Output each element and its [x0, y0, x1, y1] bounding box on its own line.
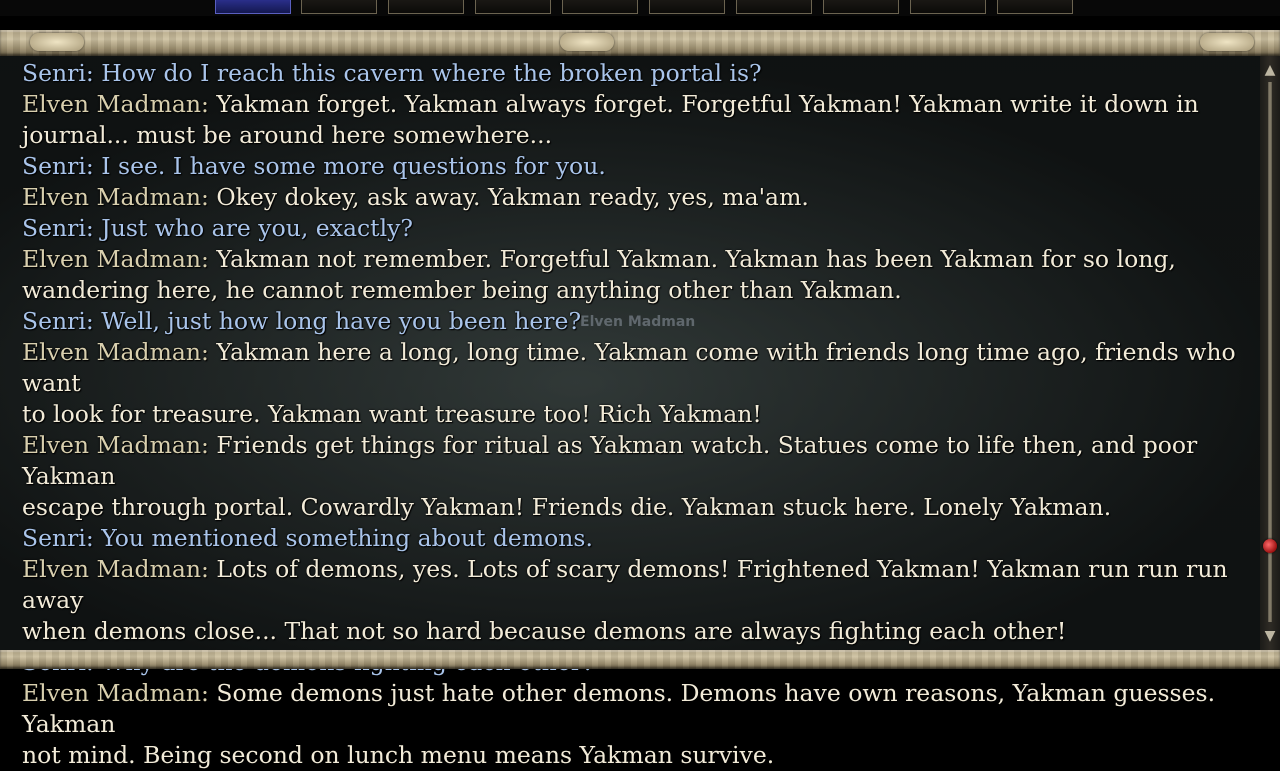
dialog-line: Elven Madman: Yakman not remember. Forge…: [22, 244, 1260, 275]
dialog-text: Just who are you, exactly?: [93, 214, 413, 242]
dialog-text: to look for treasure. Yakman want treasu…: [22, 400, 762, 428]
speaker-name: Elven Madman:: [22, 679, 209, 707]
frame-ornament: [1200, 33, 1254, 51]
portrait-slot-1[interactable]: [215, 0, 291, 14]
dialog-frame-bottom: [0, 650, 1280, 669]
dialog-text: You mentioned something about demons.: [93, 524, 593, 552]
portrait-slot-5[interactable]: [562, 0, 638, 14]
portrait-slot-8[interactable]: [823, 0, 899, 14]
dialog-line: Elven Madman: Some demons just hate othe…: [22, 678, 1260, 740]
portrait-slot-4[interactable]: [475, 0, 551, 14]
dialog-line: wandering here, he cannot remember being…: [22, 275, 1260, 306]
dialog-text: journal... must be around here somewhere…: [22, 121, 553, 149]
dialog-line: Elven Madman: Yakman here a long, long t…: [22, 337, 1260, 399]
speaker-name: Senri:: [22, 214, 94, 242]
speaker-name: Elven Madman:: [22, 245, 209, 273]
dialog-text: I see. I have some more questions for yo…: [93, 152, 606, 180]
dialog-line: Elven Madman: Yakman forget. Yakman alwa…: [22, 89, 1260, 120]
dialog-line: when demons close... That not so hard be…: [22, 616, 1260, 647]
speaker-name: Elven Madman:: [22, 90, 209, 118]
triangle-up-icon[interactable]: ▲: [1262, 62, 1278, 78]
party-portrait-bar: [0, 0, 1280, 16]
dialog-line: Senri: Well, just how long have you been…: [22, 306, 1260, 337]
dialog-text: when demons close... That not so hard be…: [22, 617, 1067, 645]
dialog-line: Senri: Just who are you, exactly?: [22, 213, 1260, 244]
dialog-text: How do I reach this cavern where the bro…: [93, 59, 762, 87]
speaker-name: Elven Madman:: [22, 431, 209, 459]
frame-ornament: [30, 33, 84, 51]
dialog-line: to look for treasure. Yakman want treasu…: [22, 399, 1260, 430]
frame-ornament: [560, 33, 614, 51]
portrait-slot-9[interactable]: [910, 0, 986, 14]
dialog-scrollbar[interactable]: ▲ ▼: [1260, 56, 1280, 650]
triangle-down-icon[interactable]: ▼: [1262, 628, 1278, 644]
dialog-text: Yakman not remember. Forgetful Yakman. Y…: [208, 245, 1176, 273]
dialog-line: not mind. Being second on lunch menu mea…: [22, 740, 1260, 771]
dialog-text: wandering here, he cannot remember being…: [22, 276, 902, 304]
speaker-name: Elven Madman:: [22, 338, 209, 366]
dialog-frame-top: [0, 30, 1280, 56]
dialog-text: Okey dokey, ask away. Yakman ready, yes,…: [208, 183, 809, 211]
dialog-text: Yakman forget. Yakman always forget. For…: [208, 90, 1199, 118]
dialog-line: Senri: You mentioned something about dem…: [22, 523, 1260, 554]
dialog-text: escape through portal. Cowardly Yakman! …: [22, 493, 1112, 521]
scroll-thumb[interactable]: [1263, 539, 1277, 553]
portrait-slot-10[interactable]: [997, 0, 1073, 14]
dialog-line: Elven Madman: Friends get things for rit…: [22, 430, 1260, 492]
dialog-line: escape through portal. Cowardly Yakman! …: [22, 492, 1260, 523]
dialog-line: Senri: How do I reach this cavern where …: [22, 58, 1260, 89]
portrait-slot-6[interactable]: [649, 0, 725, 14]
dialog-text: not mind. Being second on lunch menu mea…: [22, 741, 775, 769]
dialog-line: Senri: I see. I have some more questions…: [22, 151, 1260, 182]
portrait-slot-3[interactable]: [388, 0, 464, 14]
dialog-panel: Elven Madman Senri: How do I reach this …: [0, 56, 1280, 769]
speaker-name: Elven Madman:: [22, 183, 209, 211]
dialog-line: Elven Madman: Lots of demons, yes. Lots …: [22, 554, 1260, 616]
portrait-slot-7[interactable]: [736, 0, 812, 14]
speaker-name: Senri:: [22, 152, 94, 180]
dialog-line: journal... must be around here somewhere…: [22, 120, 1260, 151]
portrait-slot-2[interactable]: [301, 0, 377, 14]
dialog-line: Elven Madman: Okey dokey, ask away. Yakm…: [22, 182, 1260, 213]
speaker-name: Elven Madman:: [22, 555, 209, 583]
speaker-name: Senri:: [22, 524, 94, 552]
speaker-name: Senri:: [22, 59, 94, 87]
speaker-name: Senri:: [22, 307, 94, 335]
dialog-text: Well, just how long have you been here?: [93, 307, 582, 335]
